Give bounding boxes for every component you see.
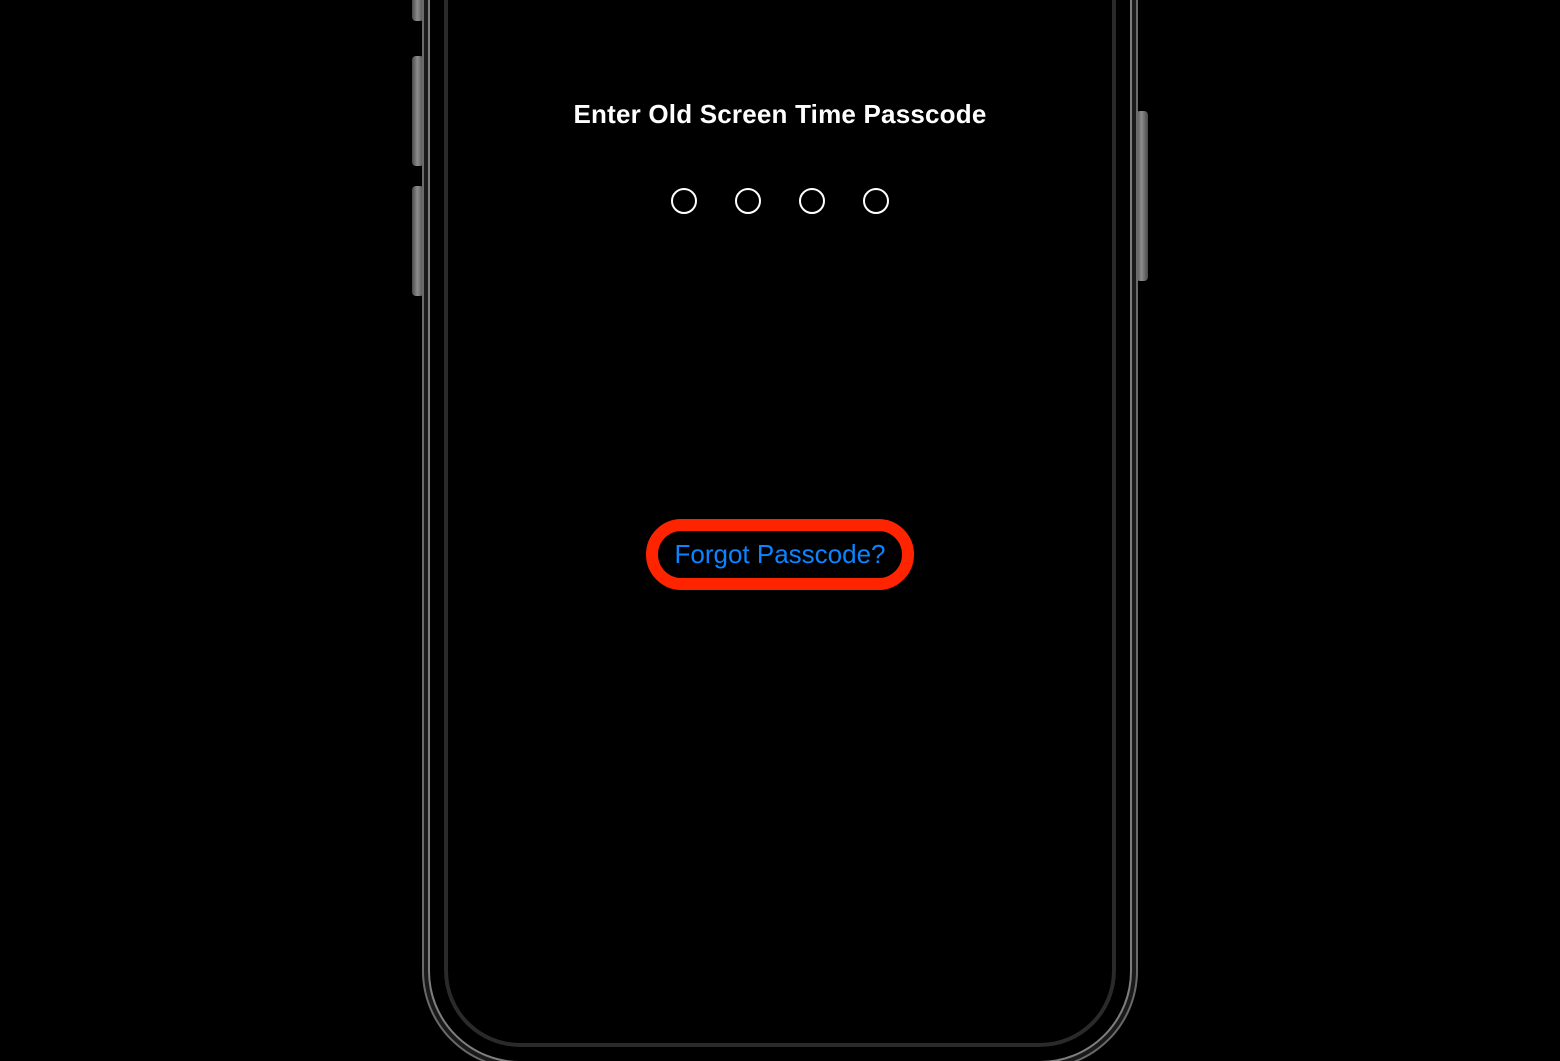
volume-down-button[interactable] <box>412 186 424 296</box>
passcode-dots[interactable] <box>458 188 1102 214</box>
passcode-dot-3 <box>799 188 825 214</box>
forgot-passcode-button[interactable]: Forgot Passcode? <box>674 539 885 570</box>
phone-screen: Enter Old Screen Time Passcode Forgot Pa… <box>458 0 1102 1033</box>
volume-up-button[interactable] <box>412 56 424 166</box>
passcode-dot-2 <box>735 188 761 214</box>
tutorial-highlight-ring: Forgot Passcode? <box>646 519 913 590</box>
mute-switch[interactable] <box>412 0 424 21</box>
passcode-prompt-title: Enter Old Screen Time Passcode <box>458 99 1102 130</box>
phone-bezel: Enter Old Screen Time Passcode Forgot Pa… <box>430 0 1130 1061</box>
side-power-button[interactable] <box>1136 111 1148 281</box>
passcode-dot-4 <box>863 188 889 214</box>
phone-device-frame: Enter Old Screen Time Passcode Forgot Pa… <box>430 0 1130 1061</box>
passcode-dot-1 <box>671 188 697 214</box>
